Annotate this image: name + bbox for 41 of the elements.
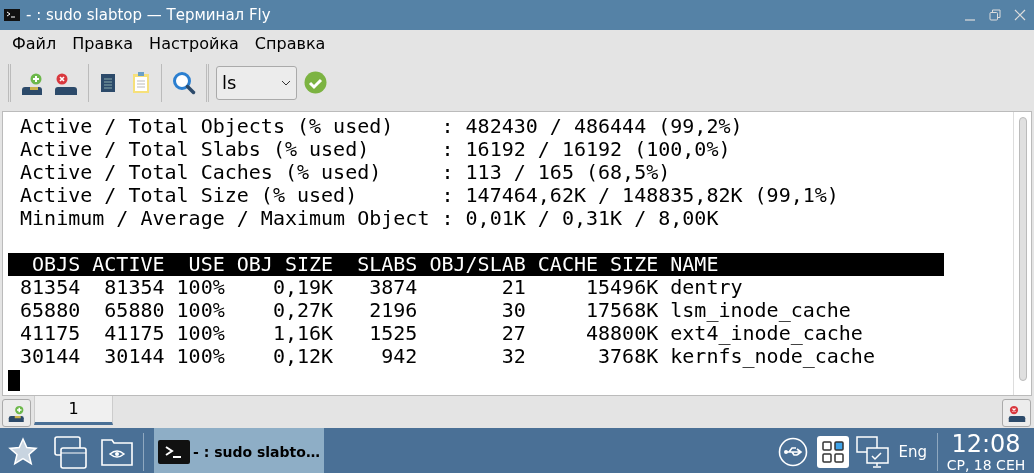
restore-icon[interactable] (989, 9, 1001, 21)
check-icon[interactable] (304, 71, 327, 94)
paste-icon[interactable] (131, 70, 151, 95)
cursor (8, 370, 20, 391)
terminal-line: Active / Total Objects (% used) : 482430 / 486444 (99,2%) (19, 114, 743, 138)
menu-item[interactable]: Справка (246, 31, 334, 56)
terminal-line: 30144 30144 100% 0,12K 942 32 3768K kernfs_node_cache (19, 344, 875, 368)
table-header-bar: OBJS ACTIVE USE OBJ SIZE SLABS OBJ/SLAB CACHE SIZE NAME (8, 253, 944, 276)
scrollbar-thumb[interactable] (1018, 117, 1027, 381)
terminal-icon (4, 9, 20, 21)
taskbar-button[interactable]: - : sudo slabto… (154, 428, 324, 473)
close-tab-icon (1007, 404, 1026, 422)
folder-eye-icon[interactable] (101, 438, 133, 466)
command-combo[interactable]: ls (216, 65, 297, 100)
terminal-line: Active / Total Caches (% used) : 113 / 165 (68,5%) (19, 160, 671, 184)
menu-item[interactable]: Файл (4, 31, 65, 56)
terminal-line: Active / Total Size (% used) : 147464,62K / 148835,82K (99,1%) (19, 183, 839, 207)
terminal-icon (158, 440, 190, 464)
keyboard-layout[interactable]: Eng (898, 440, 927, 464)
caret-icon (281, 79, 291, 86)
grid-icon[interactable] (817, 436, 850, 468)
terminal-line: Minimum / Average / Maximum Object : 0,01K / 0,31K / 8,00K (19, 206, 719, 230)
menu-item[interactable]: Правка (64, 31, 142, 56)
window-title: - : sudo slabtop — Терминал Fly (26, 4, 271, 26)
clock-time[interactable]: 12:08 (951, 431, 1021, 457)
tab[interactable]: 1 (34, 396, 113, 425)
terminal-line: 81354 81354 100% 0,19K 3874 21 15496K dentry (19, 275, 743, 299)
usb-icon[interactable] (778, 437, 809, 467)
search-icon[interactable] (172, 70, 196, 95)
close-icon[interactable] (1014, 9, 1026, 21)
close-tab-button[interactable] (1002, 399, 1031, 427)
clock-date[interactable]: СР, 18 СЕН (946, 456, 1026, 473)
windows-icon[interactable] (54, 435, 87, 469)
monitors-icon[interactable] (856, 436, 890, 468)
menu-item[interactable]: Настройка (141, 31, 247, 56)
new-tab-icon (7, 404, 26, 422)
new-tab-button[interactable] (2, 399, 31, 427)
terminal-line: 41175 41175 100% 1,16K 1525 27 48800K ext4_inode_cache (19, 321, 863, 345)
terminal-line: Active / Total Slabs (% used) : 16192 / 16192 (100,0%) (19, 137, 731, 161)
terminal-line: 65880 65880 100% 0,27K 2196 30 17568K lsm_inode_cache (19, 298, 851, 322)
star-icon[interactable] (8, 437, 38, 467)
